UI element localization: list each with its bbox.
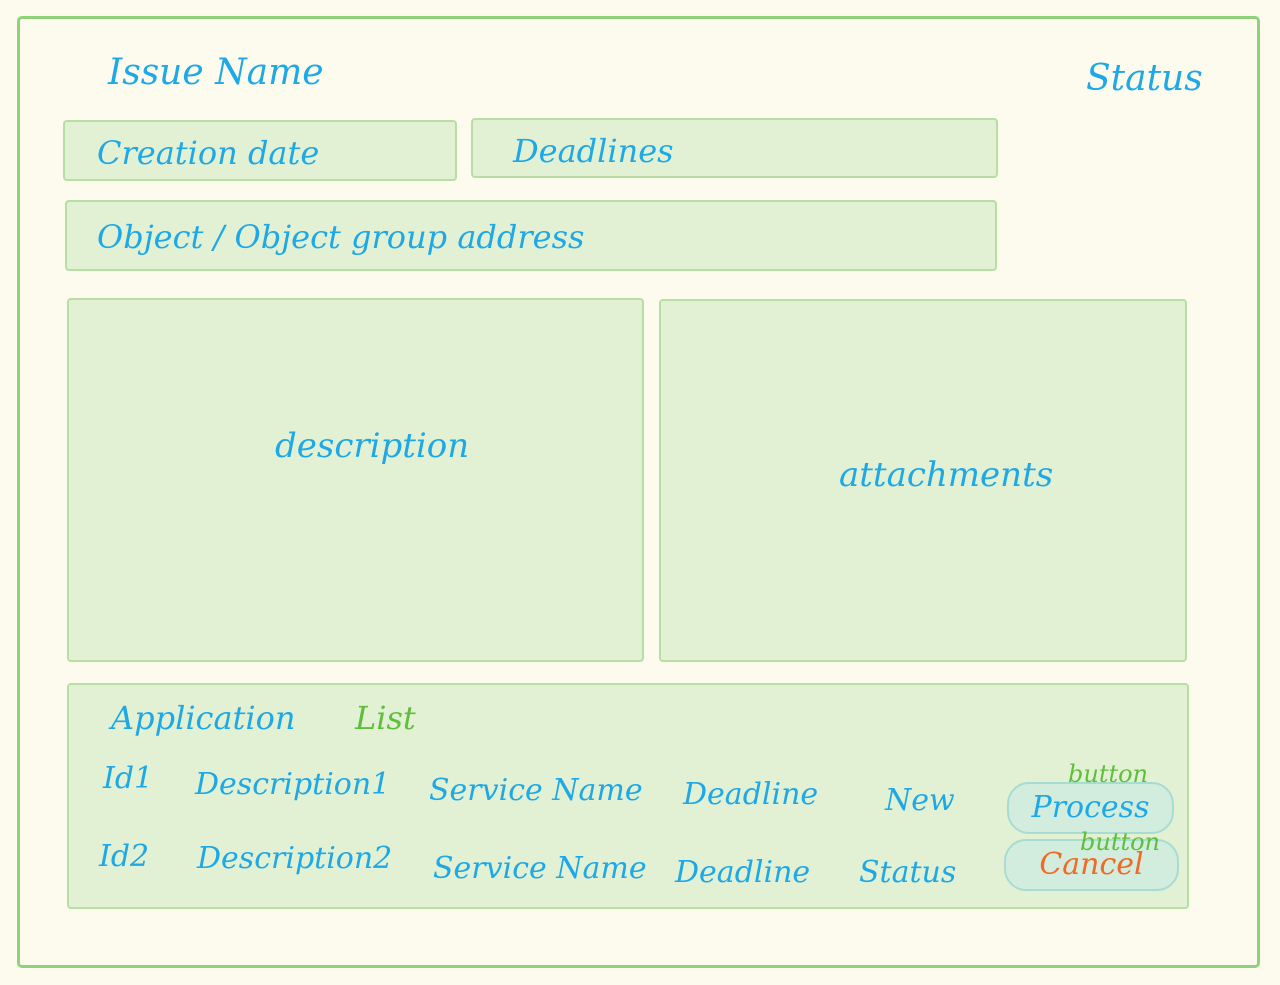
row-service-name: Service Name [429, 773, 643, 808]
row-description: Description1 [195, 767, 391, 802]
application-list-title-accent: List [355, 699, 416, 737]
application-list-title: Application [111, 699, 296, 737]
process-button[interactable]: Process [1007, 782, 1174, 834]
object-address-label: Object / Object group address [97, 218, 585, 256]
creation-date-field[interactable]: Creation date [63, 120, 457, 181]
cancel-button-note: button [1080, 828, 1161, 856]
row-status: Status [859, 855, 957, 890]
object-address-field[interactable]: Object / Object group address [65, 200, 997, 271]
description-panel[interactable]: description [67, 298, 644, 662]
row-description: Description2 [197, 841, 393, 876]
row-status: New [885, 783, 955, 818]
issue-status: Status [1086, 58, 1203, 99]
row-deadline: Deadline [683, 777, 819, 812]
attachments-label: attachments [839, 455, 1054, 495]
issue-name: Issue Name [108, 52, 324, 93]
deadlines-label: Deadlines [513, 132, 674, 170]
description-label: description [275, 426, 470, 466]
attachments-panel[interactable]: attachments [659, 299, 1187, 662]
row-id: Id2 [99, 839, 150, 874]
row-id: Id1 [103, 761, 154, 796]
deadlines-field[interactable]: Deadlines [471, 118, 998, 178]
row-deadline: Deadline [675, 855, 811, 890]
row-service-name: Service Name [433, 851, 647, 886]
process-button-note: button [1068, 760, 1149, 788]
creation-date-label: Creation date [97, 134, 320, 172]
